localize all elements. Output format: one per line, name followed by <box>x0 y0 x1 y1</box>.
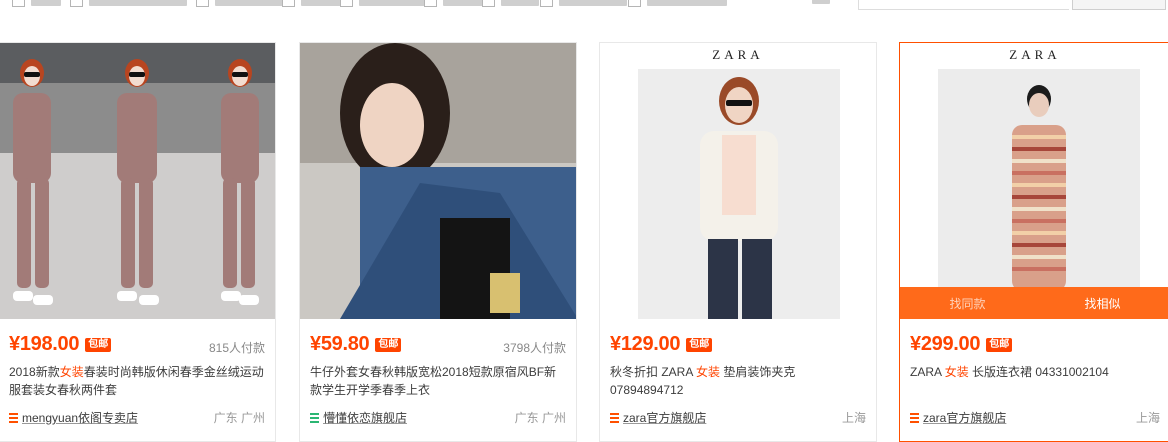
free-shipping-badge: 包邮 <box>375 337 402 352</box>
search-button[interactable] <box>1072 0 1166 10</box>
shop-name[interactable]: zara官方旗舰店 <box>923 409 1006 426</box>
free-shipping-badge: 包邮 <box>986 337 1013 352</box>
price-row: ¥299.00 包邮 <box>910 333 1013 356</box>
find-similar-button[interactable]: 找相似 <box>1035 287 1168 319</box>
shop-row: 懵懂依恋旗舰店 广东 广州 <box>310 409 566 426</box>
price: ¥129.00 <box>610 333 681 355</box>
shop-name[interactable]: 懵懂依恋旗舰店 <box>323 409 407 426</box>
product-card[interactable]: ZARA ¥129.00 包邮 秋冬折扣 ZARA 女装 垫肩装饰夹克 0789… <box>599 42 877 442</box>
brand-logo: ZARA <box>712 47 764 62</box>
find-same-button[interactable]: 找同款 <box>900 287 1035 319</box>
store-icon <box>910 412 919 423</box>
hover-action-bar: 找同款 找相似 <box>900 287 1168 319</box>
product-title[interactable]: 牛仔外套女春秋韩版宽松2018短款原宿风BF新款学生开学季春季上衣 <box>310 363 566 399</box>
product-image[interactable] <box>300 43 576 319</box>
product-title[interactable]: ZARA 女装 长版连衣裙 04331002104 <box>910 363 1160 381</box>
product-image[interactable] <box>0 43 275 319</box>
store-icon <box>9 412 18 423</box>
price-row: ¥59.80 包邮 <box>310 333 402 356</box>
shop-name[interactable]: zara官方旗舰店 <box>623 409 706 426</box>
price-row: ¥198.00 包邮 <box>9 333 112 356</box>
filter-checkbox[interactable] <box>540 0 627 7</box>
filter-checkbox[interactable] <box>282 0 345 7</box>
product-card[interactable]: ¥59.80 包邮 3798人付款 牛仔外套女春秋韩版宽松2018短款原宿风BF… <box>299 42 577 442</box>
filter-bar <box>0 0 1168 12</box>
free-shipping-badge: 包邮 <box>686 337 713 352</box>
location: 上海 <box>1135 411 1160 425</box>
filter-checkbox[interactable] <box>340 0 427 7</box>
paid-count: 3798人付款 <box>503 341 566 355</box>
product-card-hovered[interactable]: ZARA 找同款 找相似 ¥299.00 包邮 ZARA 女装 长版连衣裙 04… <box>899 42 1168 442</box>
search-input[interactable] <box>858 0 1069 10</box>
store-icon <box>310 412 319 423</box>
shop-row: mengyuan依阁专卖店 广东 广州 <box>9 409 265 426</box>
location: 广东 广州 <box>213 411 265 425</box>
filter-label <box>812 0 830 4</box>
product-title[interactable]: 秋冬折扣 ZARA 女装 垫肩装饰夹克 07894894712 <box>610 363 866 399</box>
filter-checkbox[interactable] <box>70 0 187 7</box>
price: ¥198.00 <box>9 333 80 355</box>
product-image[interactable]: ZARA 找同款 找相似 <box>900 43 1168 319</box>
paid-count: 815人付款 <box>208 341 265 355</box>
product-card[interactable]: ¥198.00 包邮 815人付款 2018新款女装春装时尚韩版休闲春季金丝绒运… <box>0 42 276 442</box>
price: ¥59.80 <box>310 333 370 355</box>
brand-logo: ZARA <box>1009 47 1061 62</box>
location: 上海 <box>841 411 866 425</box>
filter-checkbox[interactable] <box>628 0 727 7</box>
price-row: ¥129.00 包邮 <box>610 333 713 356</box>
product-title[interactable]: 2018新款女装春装时尚韩版休闲春季金丝绒运动服套装女春秋两件套 <box>9 363 265 399</box>
location: 广东 广州 <box>514 411 566 425</box>
store-icon <box>610 412 619 423</box>
filter-checkbox[interactable] <box>424 0 483 7</box>
filter-checkbox[interactable] <box>12 0 61 7</box>
product-image[interactable]: ZARA <box>600 43 876 319</box>
price: ¥299.00 <box>910 333 981 355</box>
free-shipping-badge: 包邮 <box>85 337 112 352</box>
filter-checkbox[interactable] <box>482 0 539 7</box>
shop-name[interactable]: mengyuan依阁专卖店 <box>22 409 138 426</box>
shop-row: zara官方旗舰店 上海 <box>910 409 1160 426</box>
filter-checkbox[interactable] <box>196 0 285 7</box>
shop-row: zara官方旗舰店 上海 <box>610 409 866 426</box>
